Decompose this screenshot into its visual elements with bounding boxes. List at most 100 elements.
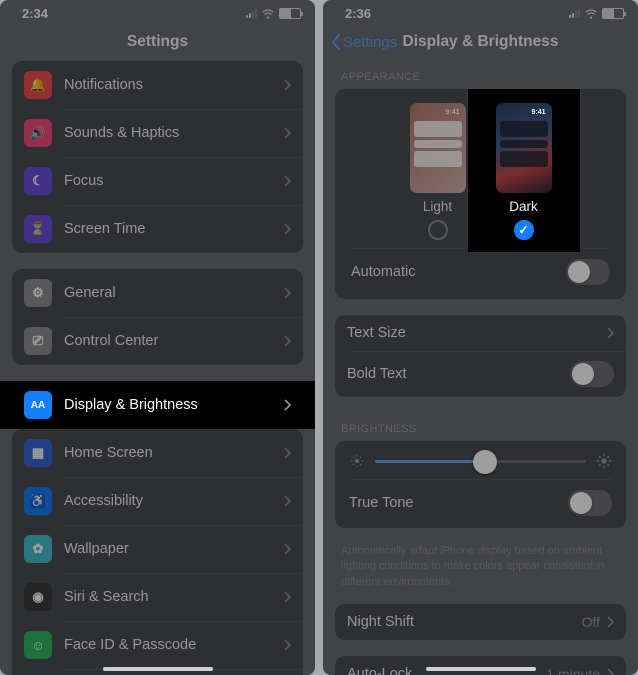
row-label: Home Screen: [64, 445, 283, 461]
automatic-label: Automatic: [351, 264, 415, 280]
chevron-right-icon: [606, 327, 614, 339]
dark-radio[interactable]: [514, 220, 534, 240]
chevron-right-icon: [283, 223, 291, 235]
row-label: Screen Time: [64, 221, 283, 237]
settings-row[interactable]: ▦ Home Screen: [12, 429, 303, 477]
row-label: Accessibility: [64, 493, 283, 509]
settings-row[interactable]: ⚙ General: [12, 269, 303, 317]
settings-row[interactable]: ♿ Accessibility: [12, 477, 303, 525]
chevron-right-icon: [283, 447, 291, 459]
row-label: Wallpaper: [64, 541, 283, 557]
true-tone-row: True Tone: [349, 479, 612, 516]
moon-icon: ☾: [24, 167, 52, 195]
night-shift-group: Night Shift Off: [335, 604, 626, 640]
auto-lock-value: 1 minute: [546, 666, 600, 675]
settings-row[interactable]: ⎚ Control Center: [12, 317, 303, 365]
light-label: Light: [423, 199, 452, 214]
text-size-icon: AA: [24, 391, 52, 419]
auto-lock-group: Auto-Lock 1 minute: [335, 656, 626, 675]
dark-preview: 9:41: [496, 103, 552, 193]
brightness-block: True Tone: [335, 441, 626, 528]
true-tone-toggle[interactable]: [568, 490, 612, 516]
settings-row[interactable]: ⏳ Screen Time: [12, 205, 303, 253]
row-label: Display & Brightness: [64, 397, 283, 413]
text-size-label: Text Size: [347, 325, 606, 341]
back-label: Settings: [343, 34, 397, 51]
bold-text-row: Bold Text: [335, 351, 626, 397]
chevron-right-icon: [606, 616, 614, 628]
chevron-right-icon: [283, 335, 291, 347]
home-indicator[interactable]: [426, 667, 536, 671]
flower-icon: ✿: [24, 535, 52, 563]
chevron-right-icon: [283, 79, 291, 91]
nav-bar: Settings: [0, 23, 315, 61]
row-label: General: [64, 285, 283, 301]
settings-row[interactable]: ☾ Focus: [12, 157, 303, 205]
chevron-right-icon: [283, 399, 291, 411]
appearance-header: APPEARANCE: [323, 61, 638, 89]
night-shift-label: Night Shift: [347, 614, 582, 630]
cellular-icon: [569, 9, 580, 18]
true-tone-label: True Tone: [349, 495, 414, 511]
settings-row[interactable]: 🔔 Notifications: [12, 61, 303, 109]
row-label: Notifications: [64, 77, 283, 93]
dark-option-spotlight: 9:41 Dark: [468, 89, 580, 252]
bold-text-label: Bold Text: [347, 366, 570, 382]
settings-screen: 2:34 Settings 🔔 Notifications 🔊 Sounds &…: [0, 0, 315, 675]
switches-icon: ⎚: [24, 327, 52, 355]
status-time: 2:34: [22, 6, 48, 21]
light-radio[interactable]: [428, 220, 448, 240]
chevron-right-icon: [283, 495, 291, 507]
display-brightness-row-highlight[interactable]: AA Display & Brightness: [0, 381, 315, 429]
hourglass-icon: ⏳: [24, 215, 52, 243]
speaker-icon: 🔊: [24, 119, 52, 147]
settings-group: ▦ Home Screen ♿ Accessibility ✿ Wallpape…: [12, 429, 303, 675]
chevron-right-icon: [606, 668, 614, 675]
chevron-right-icon: [283, 287, 291, 299]
bold-text-toggle[interactable]: [570, 361, 614, 387]
back-button[interactable]: Settings: [331, 34, 397, 51]
chevron-right-icon: [283, 127, 291, 139]
automatic-toggle[interactable]: [566, 259, 610, 285]
brightness-slider[interactable]: [375, 460, 586, 463]
nav-bar: Settings Display & Brightness: [323, 23, 638, 61]
bell-icon: 🔔: [24, 71, 52, 99]
chevron-right-icon: [283, 543, 291, 555]
sun-low-icon: [349, 453, 365, 469]
status-bar: 2:34: [0, 0, 315, 23]
true-tone-footer: Automatically adapt iPhone display based…: [323, 538, 638, 594]
appearance-dark-option[interactable]: 9:41 Dark: [478, 103, 570, 240]
settings-row[interactable]: 🔊 Sounds & Haptics: [12, 109, 303, 157]
text-group: Text Size Bold Text: [335, 315, 626, 397]
battery-icon: [279, 8, 301, 19]
settings-row[interactable]: ✿ Wallpaper: [12, 525, 303, 573]
appearance-light-option[interactable]: 9:41 Light: [410, 103, 466, 240]
status-time: 2:36: [345, 6, 371, 21]
auto-lock-row[interactable]: Auto-Lock 1 minute: [335, 656, 626, 675]
sun-high-icon: [596, 453, 612, 469]
settings-group: ⚙ General ⎚ Control Center: [12, 269, 303, 365]
page-title: Display & Brightness: [403, 33, 559, 51]
cellular-icon: [246, 9, 257, 18]
wifi-icon: [584, 7, 598, 21]
siri-icon: ◉: [24, 583, 52, 611]
home-indicator[interactable]: [103, 667, 213, 671]
settings-group: 🔔 Notifications 🔊 Sounds & Haptics ☾ Foc…: [12, 61, 303, 253]
light-preview: 9:41: [410, 103, 466, 193]
settings-row[interactable]: ◉ Siri & Search: [12, 573, 303, 621]
accessibility-icon: ♿: [24, 487, 52, 515]
gear-icon: ⚙: [24, 279, 52, 307]
chevron-left-icon: [331, 34, 341, 50]
row-label: Sounds & Haptics: [64, 125, 283, 141]
brightness-header: BRIGHTNESS: [323, 413, 638, 441]
grid-icon: ▦: [24, 439, 52, 467]
row-label: Focus: [64, 173, 283, 189]
dark-label: Dark: [509, 199, 538, 214]
faceid-icon: ☺: [24, 631, 52, 659]
text-size-row[interactable]: Text Size: [335, 315, 626, 351]
chevron-right-icon: [283, 591, 291, 603]
night-shift-row[interactable]: Night Shift Off: [335, 604, 626, 640]
chevron-right-icon: [283, 175, 291, 187]
settings-row[interactable]: ☺ Face ID & Passcode: [12, 621, 303, 669]
chevron-right-icon: [283, 639, 291, 651]
